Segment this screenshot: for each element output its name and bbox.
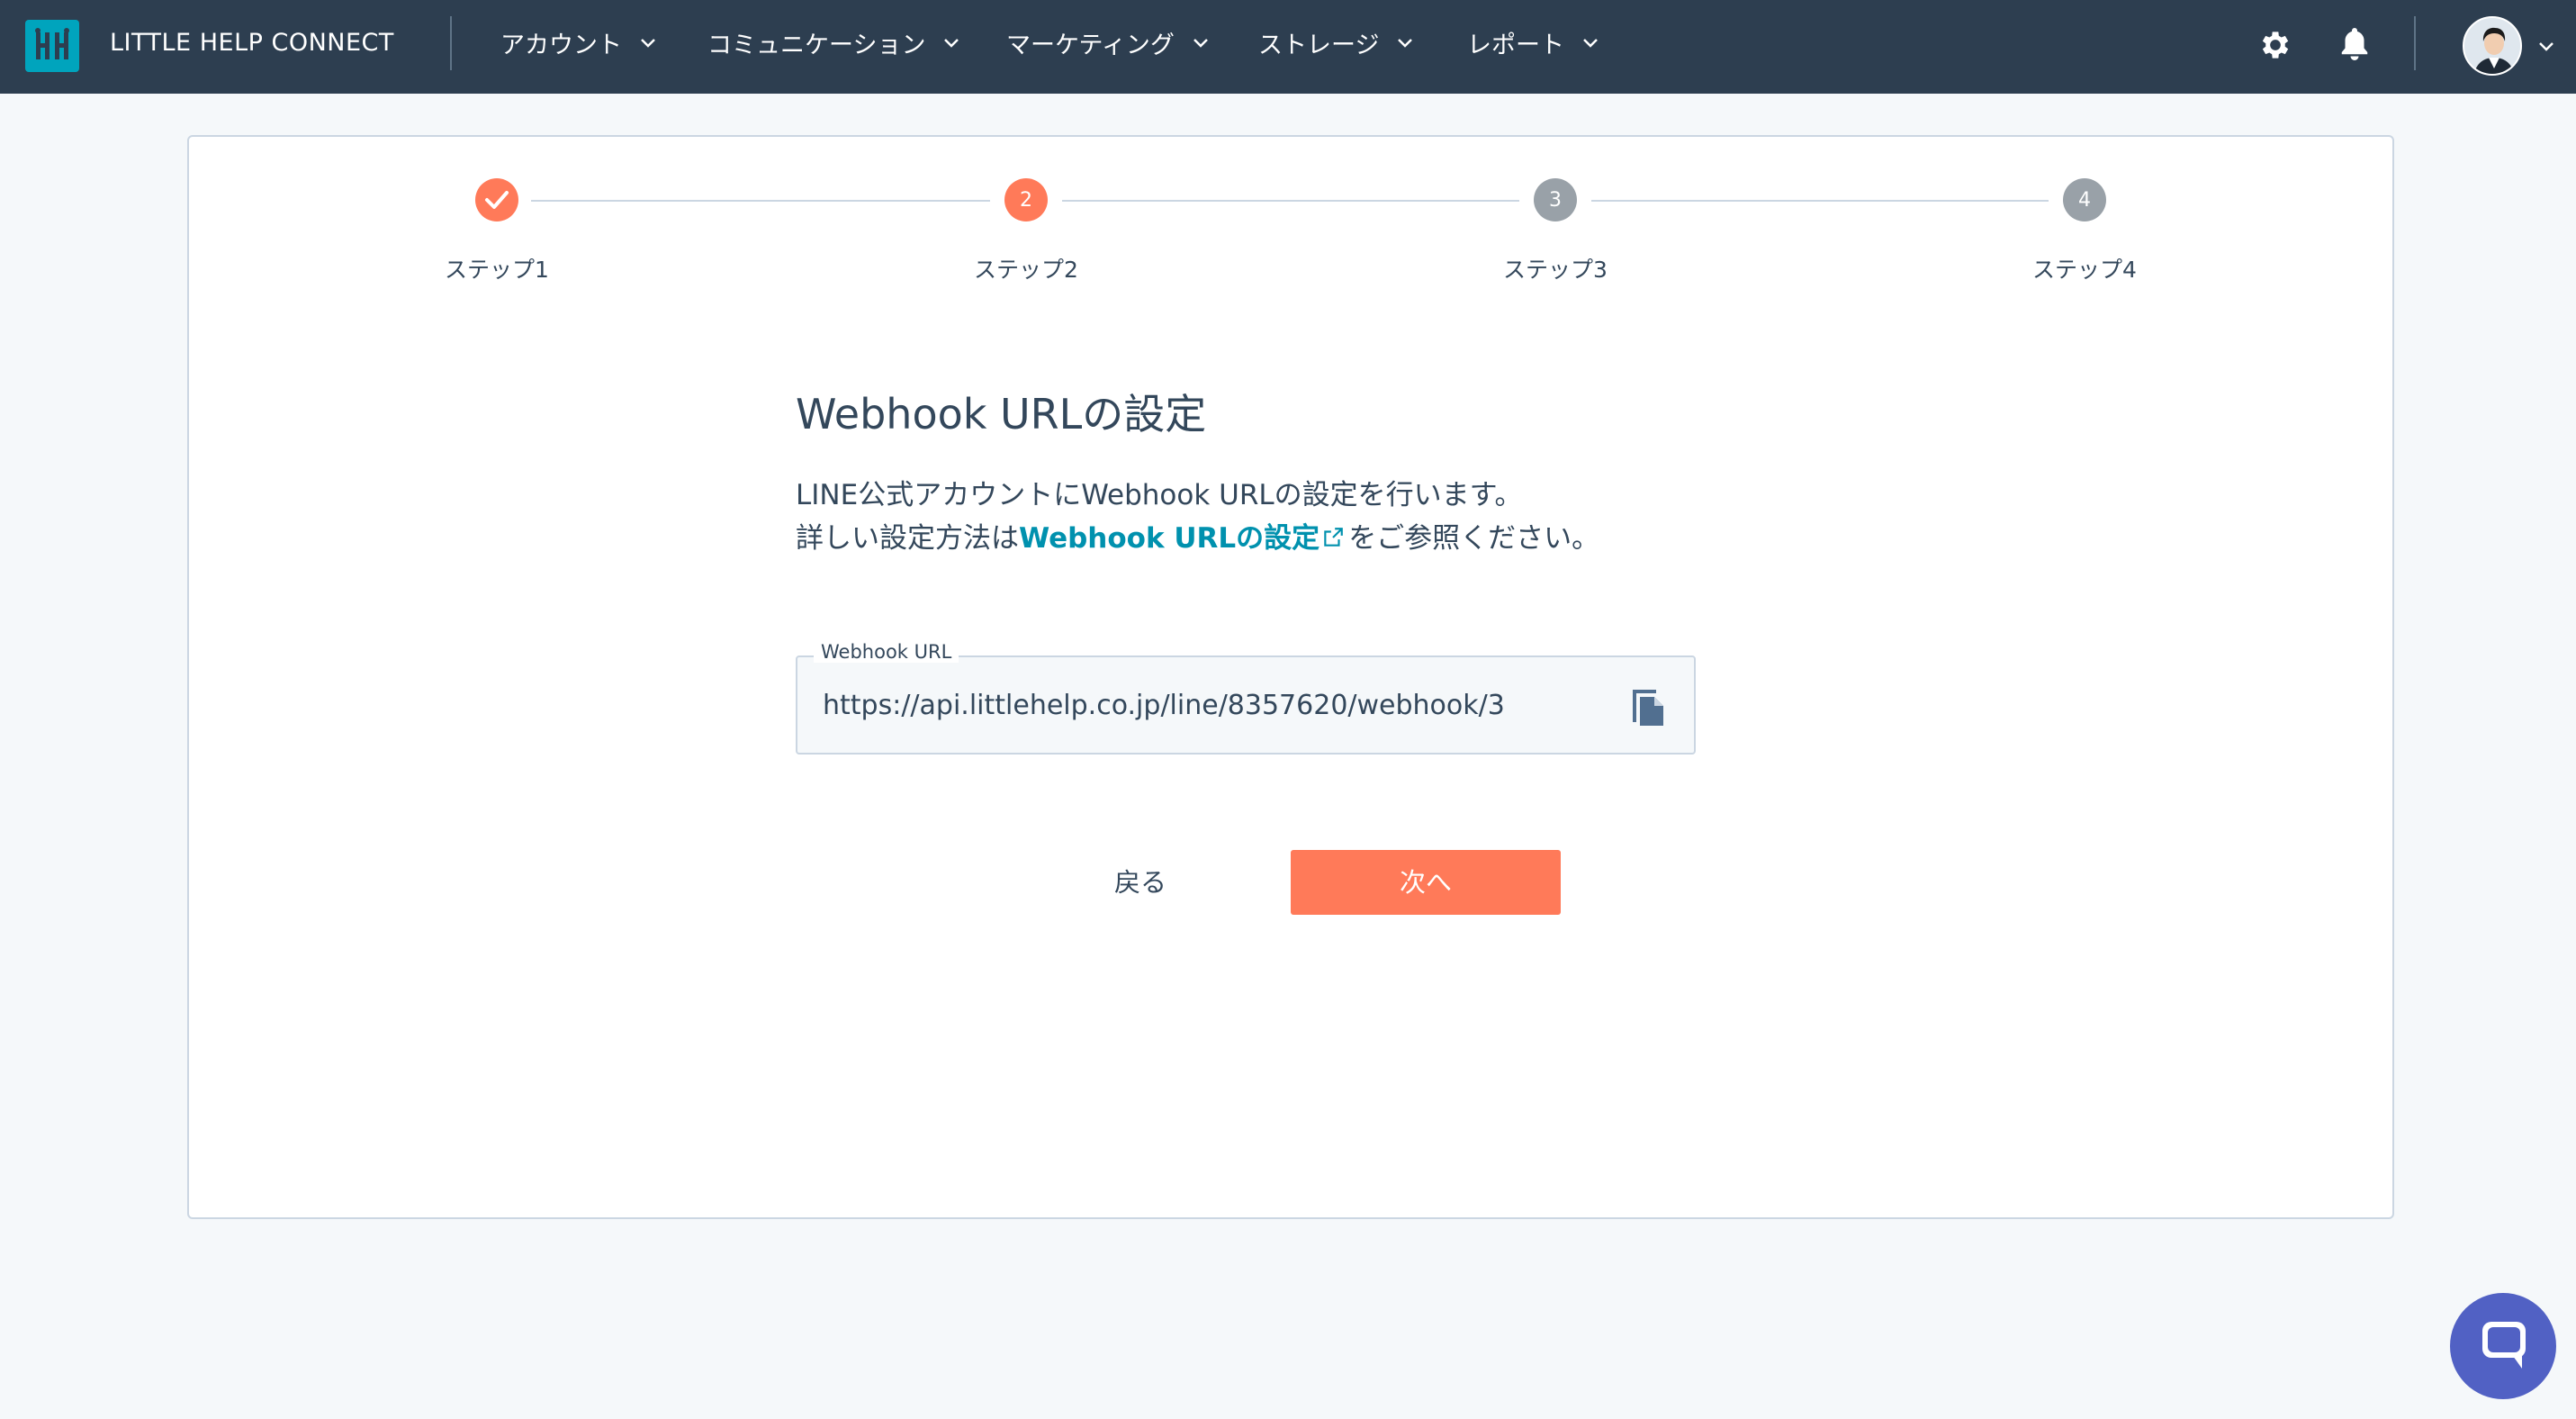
checkmark-icon <box>485 191 509 209</box>
step-connector <box>1591 200 2049 202</box>
nav-divider <box>450 16 452 70</box>
chevron-down-icon <box>1583 38 1598 48</box>
copy-icon[interactable] <box>1627 682 1667 728</box>
description-suffix: をご参照ください。 <box>1348 522 1600 555</box>
step-2-label: ステップ2 <box>974 257 1078 283</box>
chevron-down-icon <box>1398 38 1413 48</box>
step-4-indicator: 4 <box>2063 178 2106 221</box>
description-line-2: 詳しい設定方法はWebhook URLの設定 をご参照ください。 <box>796 517 1599 560</box>
chevron-down-icon <box>641 38 655 48</box>
description-prefix: 詳しい設定方法は <box>796 522 1019 555</box>
chat-bubble-icon <box>2482 1322 2526 1369</box>
step-1-indicator <box>475 178 518 221</box>
chat-launcher-button[interactable] <box>2450 1293 2556 1399</box>
nav-menu-label: アカウント <box>500 32 622 59</box>
chevron-down-icon <box>1193 38 1208 48</box>
external-link-icon[interactable] <box>1321 526 1345 549</box>
step-connector <box>1062 200 1519 202</box>
user-avatar[interactable] <box>2463 16 2522 76</box>
top-navigation-bar: LITTLE HELP CONNECT アカウント コミュニケーション マーケテ… <box>0 0 2576 94</box>
nav-menu-storage[interactable]: ストレージ <box>1258 25 1413 60</box>
nav-menu-communication[interactable]: コミュニケーション <box>707 25 959 60</box>
nav-divider <box>2414 16 2416 70</box>
nav-menu-marketing[interactable]: マーケティング <box>1006 25 1209 60</box>
brand-name[interactable]: LITTLE HELP CONNECT <box>110 29 394 57</box>
gear-icon <box>2262 32 2289 59</box>
nav-menu-label: コミュニケーション <box>707 32 926 59</box>
webhook-help-link[interactable]: Webhook URLの設定 <box>1019 522 1320 555</box>
description: LINE公式アカウントにWebhook URLの設定を行います。 詳しい設定方法… <box>796 474 1599 560</box>
step-3-label: ステップ3 <box>1503 257 1608 283</box>
nav-menu-label: レポート <box>1467 32 1564 59</box>
nav-menu-account[interactable]: アカウント <box>500 25 656 60</box>
description-line-1: LINE公式アカウントにWebhook URLの設定を行います。 <box>796 479 1523 511</box>
nav-menu-label: ストレージ <box>1258 32 1380 59</box>
chevron-down-icon <box>944 38 959 48</box>
page-title: Webhook URLの設定 <box>796 390 1207 438</box>
step-connector <box>531 200 990 202</box>
next-button[interactable]: 次へ <box>1291 850 1561 915</box>
nav-menu-report[interactable]: レポート <box>1467 25 1599 60</box>
logo-mark-icon <box>35 28 69 59</box>
webhook-url-field[interactable]: https://api.littlehelp.co.jp/line/835762… <box>796 655 1696 755</box>
step-2-indicator: 2 <box>1004 178 1048 221</box>
webhook-url-value[interactable]: https://api.littlehelp.co.jp/line/835762… <box>823 690 1505 721</box>
webhook-url-label: Webhook URL <box>814 641 959 663</box>
nav-menu-label: マーケティング <box>1006 32 1175 59</box>
settings-button[interactable] <box>2257 27 2293 67</box>
back-button[interactable]: 戻る <box>1080 850 1201 915</box>
notifications-button[interactable] <box>2338 25 2371 67</box>
app-logo[interactable] <box>25 20 79 72</box>
step-4-label: ステップ4 <box>2032 257 2137 283</box>
chevron-down-icon[interactable] <box>2538 41 2554 52</box>
step-1-label: ステップ1 <box>445 257 549 283</box>
user-portrait-icon <box>2464 18 2520 74</box>
step-3-indicator: 3 <box>1534 178 1577 221</box>
bell-icon <box>2341 28 2368 60</box>
